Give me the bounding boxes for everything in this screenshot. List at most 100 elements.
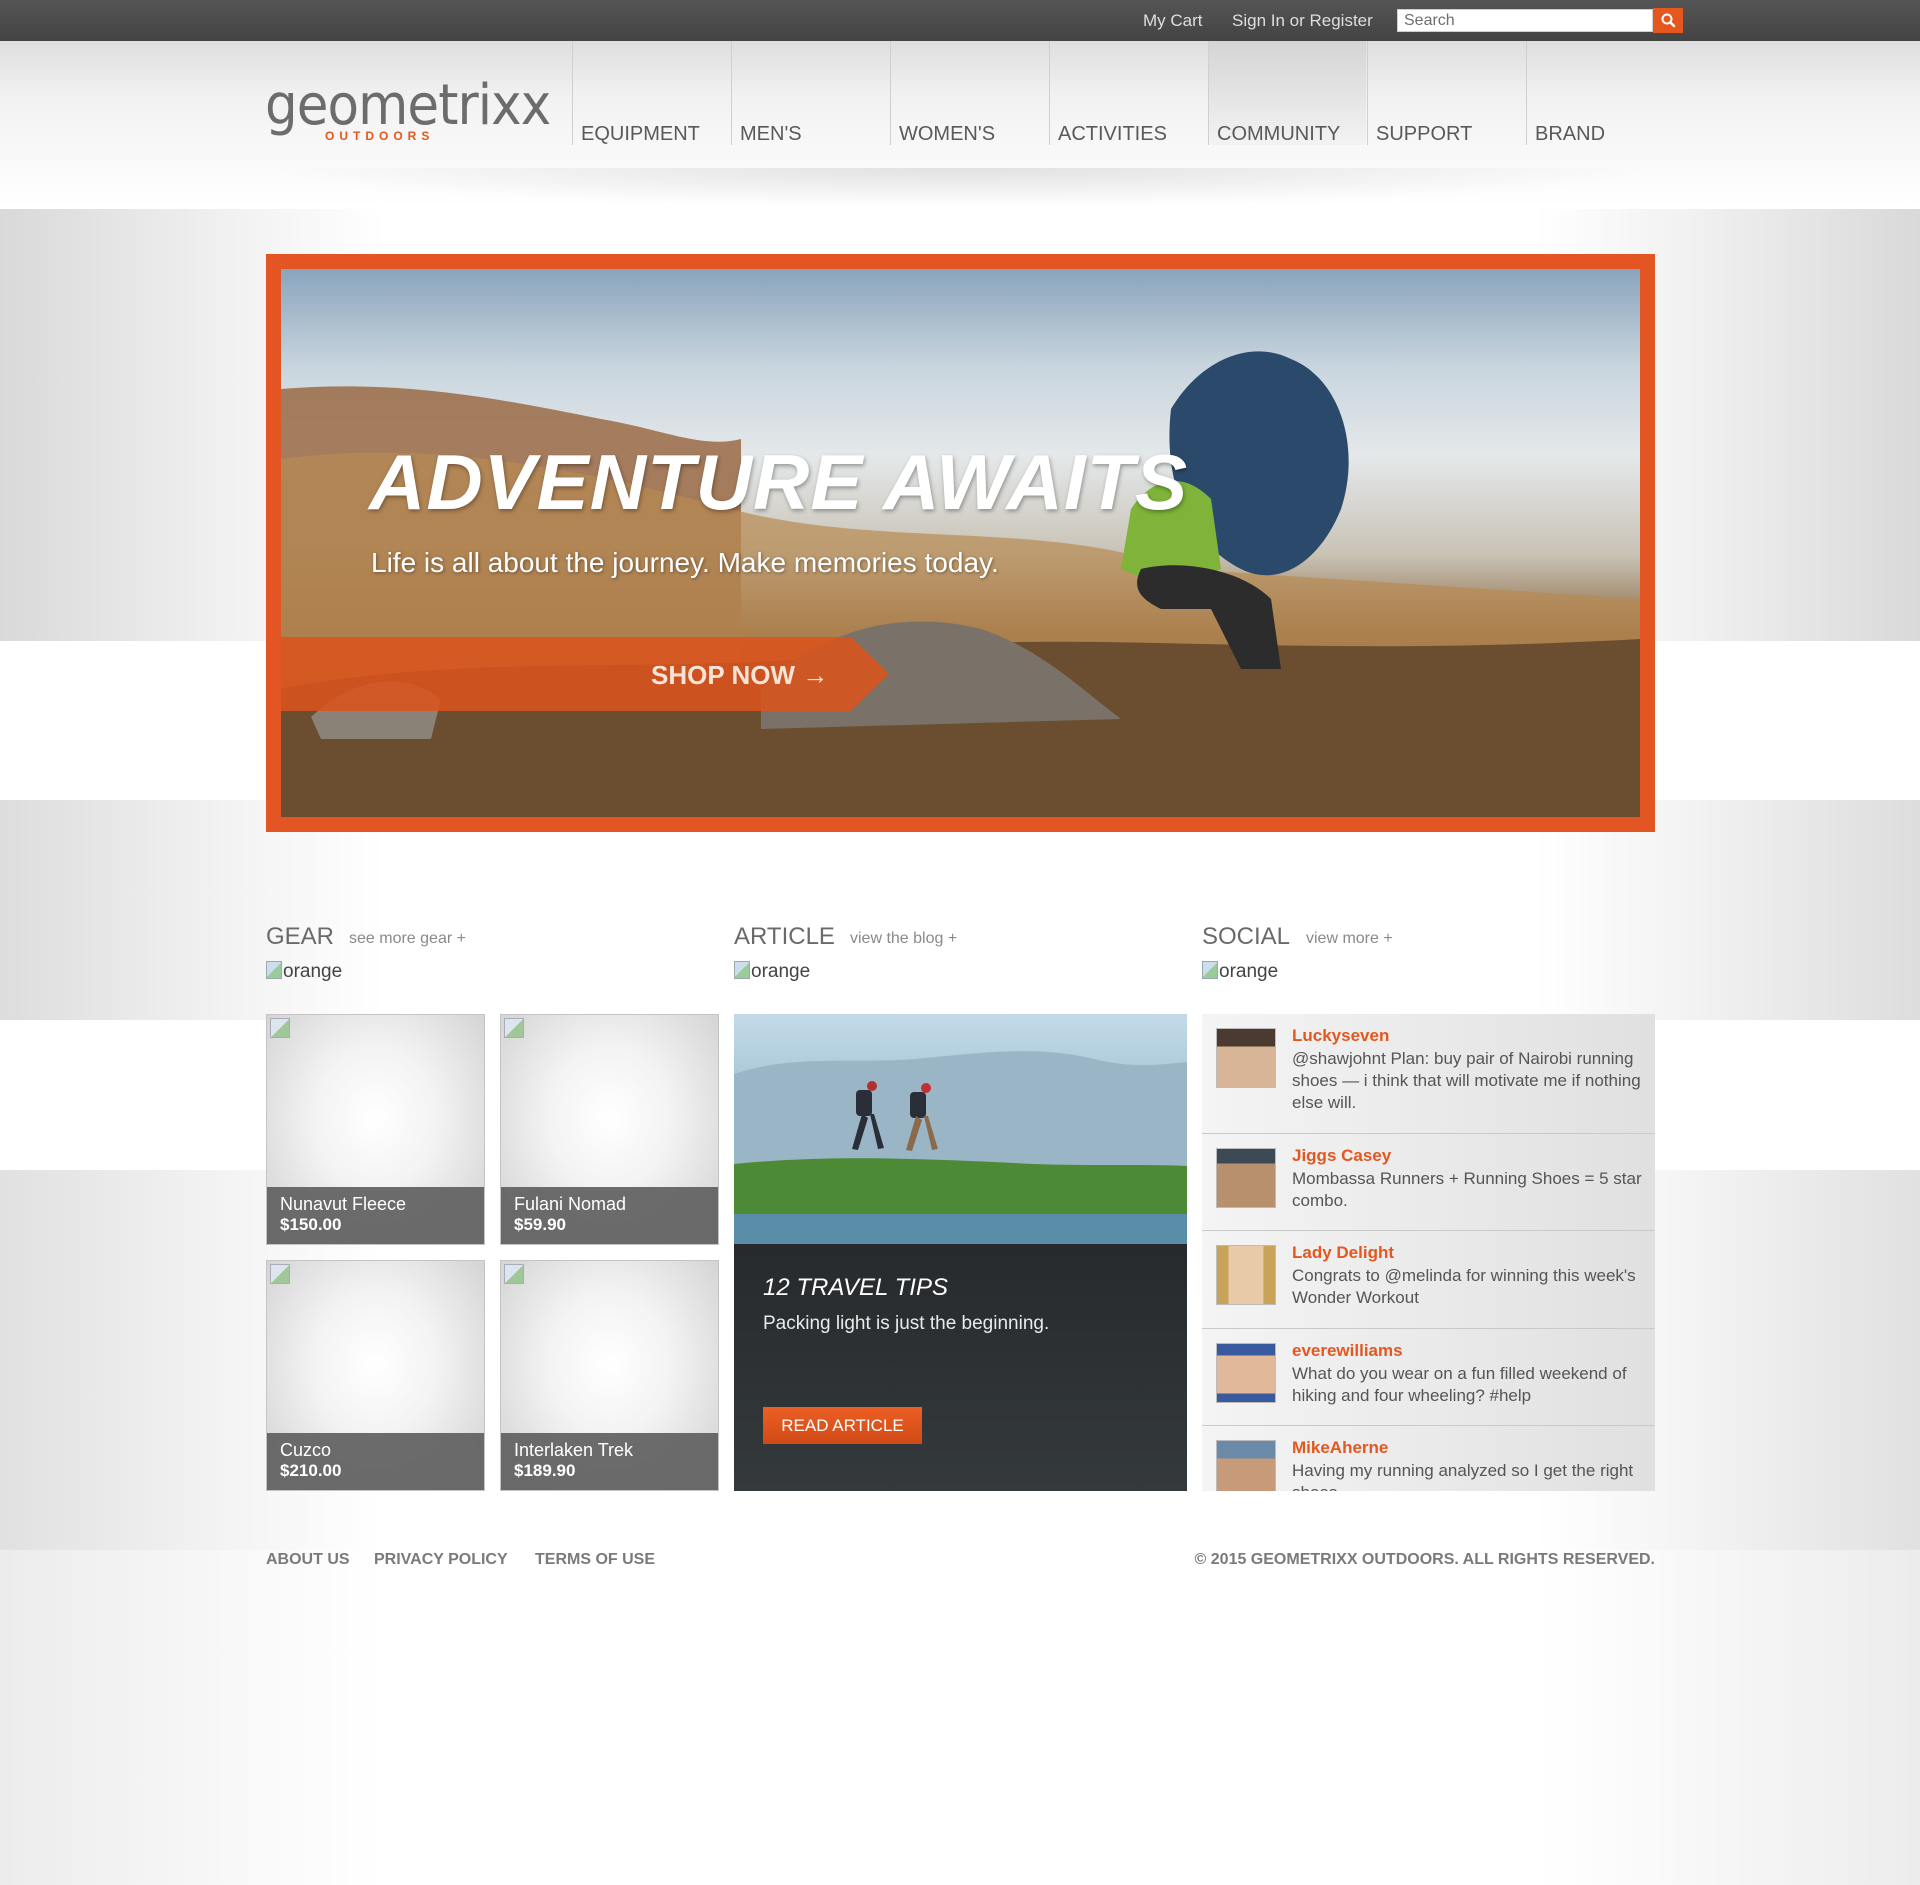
broken-image-icon <box>734 961 750 979</box>
broken-image-icon <box>504 1018 524 1038</box>
post-username[interactable]: MikeAherne <box>1292 1438 1388 1458</box>
search-button[interactable] <box>1653 8 1683 33</box>
gear-price: $210.00 <box>280 1461 342 1480</box>
background-mountains-middle <box>0 800 1920 1020</box>
view-blog-link[interactable]: view the blog + <box>850 930 957 948</box>
post-text: @shawjohnt Plan: buy pair of Nairobi run… <box>1292 1049 1641 1112</box>
social-post: Lady Delight Congrats to @melinda for wi… <box>1202 1231 1655 1329</box>
avatar[interactable] <box>1216 1440 1276 1491</box>
sign-in-register-link[interactable]: Sign In or Register <box>1232 11 1373 31</box>
avatar[interactable] <box>1216 1148 1276 1208</box>
nav-mens[interactable]: MEN'S <box>731 41 889 145</box>
header-shadow <box>260 168 1660 208</box>
gear-divider-image: orange <box>266 961 342 983</box>
social-post: everewilliams What do you wear on a fun … <box>1202 1329 1655 1426</box>
gear-tile-fulani-nomad[interactable]: Fulani Nomad $59.90 <box>500 1014 719 1245</box>
gear-caption: Fulani Nomad $59.90 <box>501 1187 718 1244</box>
article-description: Packing light is just the beginning. <box>763 1313 1050 1334</box>
image-alt-text: orange <box>283 961 343 982</box>
social-feed: Luckyseven @shawjohnt Plan: buy pair of … <box>1202 1014 1655 1491</box>
gear-tile-nunavut-fleece[interactable]: Nunavut Fleece $150.00 <box>266 1014 485 1245</box>
hikers-illustration <box>734 1051 1187 1244</box>
gear-tile-interlaken-trek[interactable]: Interlaken Trek $189.90 <box>500 1260 719 1491</box>
nav-womens[interactable]: WOMEN'S <box>890 41 1048 145</box>
avatar[interactable] <box>1216 1343 1276 1403</box>
shop-now-button[interactable]: SHOP NOW → <box>281 637 891 711</box>
view-more-social-link[interactable]: view more + <box>1306 930 1393 948</box>
nav-label: MEN'S <box>740 123 802 145</box>
nav-label: WOMEN'S <box>899 123 996 145</box>
post-username[interactable]: Jiggs Casey <box>1292 1146 1391 1166</box>
social-heading: SOCIAL <box>1202 923 1291 950</box>
broken-image-icon <box>270 1018 290 1038</box>
search-input[interactable] <box>1397 9 1653 32</box>
shop-now-label: SHOP NOW → <box>651 660 829 690</box>
post-username[interactable]: Luckyseven <box>1292 1026 1389 1046</box>
avatar[interactable] <box>1216 1028 1276 1088</box>
social-post: Jiggs Casey Mombassa Runners + Running S… <box>1202 1134 1655 1231</box>
post-username[interactable]: everewilliams <box>1292 1341 1403 1361</box>
image-alt-text: orange <box>1219 961 1279 982</box>
top-bar: My Cart Sign In or Register <box>0 0 1920 42</box>
gear-name: Fulani Nomad <box>514 1194 627 1214</box>
article-card: 12 TRAVEL TIPS Packing light is just the… <box>734 1014 1187 1491</box>
nav-label: COMMUNITY <box>1217 123 1341 145</box>
nav-brand[interactable]: BRAND <box>1526 41 1684 145</box>
post-username[interactable]: Lady Delight <box>1292 1243 1394 1263</box>
article-heading: ARTICLE <box>734 923 835 950</box>
gear-caption: Cuzco $210.00 <box>267 1433 484 1490</box>
gear-price: $59.90 <box>514 1215 566 1234</box>
read-article-button[interactable]: READ ARTICLE <box>763 1407 922 1444</box>
broken-image-icon <box>1202 961 1218 979</box>
hero-landscape-illustration <box>281 351 1640 817</box>
copyright-notice: © 2015 GEOMETRIXX OUTDOORS. ALL RIGHTS R… <box>1194 1551 1655 1568</box>
gear-heading: GEAR <box>266 923 335 950</box>
gear-price: $150.00 <box>280 1215 342 1234</box>
gear-tile-cuzco[interactable]: Cuzco $210.00 <box>266 1260 485 1491</box>
article-body: 12 TRAVEL TIPS Packing light is just the… <box>734 1244 1187 1491</box>
gear-name: Nunavut Fleece <box>280 1194 407 1214</box>
article-photo <box>734 1014 1187 1244</box>
post-text: Congrats to @melinda for winning this we… <box>1292 1266 1636 1307</box>
footer-privacy-policy-link[interactable]: PRIVACY POLICY <box>374 1551 508 1569</box>
post-text: What do you wear on a fun filled weekend… <box>1292 1364 1627 1405</box>
nav-label: BRAND <box>1535 123 1606 145</box>
brand-logo[interactable]: geometrixx OUTDOORS <box>265 78 551 146</box>
gear-price: $189.90 <box>514 1461 576 1480</box>
broken-image-icon <box>270 1264 290 1284</box>
post-text: Having my running analyzed so I get the … <box>1292 1461 1634 1491</box>
gear-caption: Nunavut Fleece $150.00 <box>267 1187 484 1244</box>
article-headline: 12 TRAVEL TIPS <box>763 1274 948 1301</box>
nav-label: EQUIPMENT <box>581 123 700 145</box>
logo-subtitle: OUTDOORS <box>325 129 435 143</box>
logo-wordmark: geometrixx <box>265 73 551 138</box>
post-text: Mombassa Runners + Running Shoes = 5 sta… <box>1292 1169 1642 1210</box>
search-icon <box>1661 13 1676 28</box>
article-divider-image: orange <box>734 961 810 983</box>
gear-name: Cuzco <box>280 1440 332 1460</box>
nav-support[interactable]: SUPPORT <box>1367 41 1525 145</box>
background-mist <box>0 1550 1920 1885</box>
my-cart-link[interactable]: My Cart <box>1143 11 1203 31</box>
avatar[interactable] <box>1216 1245 1276 1305</box>
gear-caption: Interlaken Trek $189.90 <box>501 1433 718 1490</box>
hero-subtitle: Life is all about the journey. Make memo… <box>371 547 999 578</box>
nav-community[interactable]: COMMUNITY <box>1208 41 1366 145</box>
hero-banner[interactable]: ADVENTURE AWAITS Life is all about the j… <box>266 254 1655 832</box>
hero-image: ADVENTURE AWAITS Life is all about the j… <box>281 269 1640 817</box>
see-more-gear-link[interactable]: see more gear + <box>349 930 466 948</box>
broken-image-icon <box>266 961 282 979</box>
nav-equipment[interactable]: EQUIPMENT <box>572 41 730 145</box>
footer-terms-of-use-link[interactable]: TERMS OF USE <box>535 1551 655 1569</box>
nav-activities[interactable]: ACTIVITIES <box>1049 41 1207 145</box>
footer-about-us-link[interactable]: ABOUT US <box>266 1551 350 1569</box>
social-post: MikeAherne Having my running analyzed so… <box>1202 1426 1655 1491</box>
image-alt-text: orange <box>751 961 811 982</box>
broken-image-icon <box>504 1264 524 1284</box>
social-post: Luckyseven @shawjohnt Plan: buy pair of … <box>1202 1014 1655 1134</box>
nav-label: ACTIVITIES <box>1058 123 1167 145</box>
gear-name: Interlaken Trek <box>514 1440 634 1460</box>
hero-title: ADVENTURE AWAITS <box>369 438 1189 526</box>
nav-label: SUPPORT <box>1376 123 1473 145</box>
social-divider-image: orange <box>1202 961 1278 983</box>
